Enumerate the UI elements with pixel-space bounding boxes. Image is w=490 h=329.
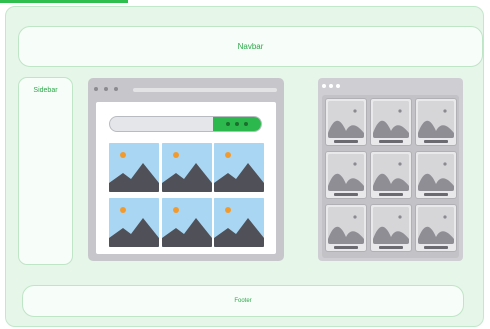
card-caption-line xyxy=(334,246,358,249)
search-bar xyxy=(109,116,262,132)
search-button xyxy=(213,117,261,131)
gallery-card xyxy=(415,204,457,252)
card-caption-line xyxy=(379,140,403,143)
landscape-photo-icon xyxy=(162,198,212,247)
window-controls xyxy=(322,84,340,88)
landscape-thumbnail-icon xyxy=(418,207,454,244)
search-button-dot-icon xyxy=(235,122,239,126)
card-caption-line xyxy=(334,140,358,143)
gallery-card xyxy=(325,204,367,252)
landscape-thumbnail-icon xyxy=(328,154,364,191)
search-button-dot-icon xyxy=(244,122,248,126)
landscape-thumbnail-icon xyxy=(328,207,364,244)
gallery-card xyxy=(370,204,412,252)
gallery-card xyxy=(325,151,367,199)
card-caption-line xyxy=(379,246,403,249)
window-dot-icon xyxy=(322,84,326,88)
landscape-photo-icon xyxy=(109,143,159,192)
card-caption-line xyxy=(379,193,403,196)
navbar-region: Navbar xyxy=(18,26,483,67)
card-caption-line xyxy=(424,140,448,143)
landscape-thumbnail-icon xyxy=(418,101,454,138)
gallery-card xyxy=(415,151,457,199)
card-caption-line xyxy=(424,193,448,196)
window-dot-icon xyxy=(336,84,340,88)
window-dot-icon xyxy=(94,87,98,91)
landscape-photo-icon xyxy=(109,198,159,247)
card-caption-line xyxy=(424,246,448,249)
gallery-card xyxy=(415,98,457,146)
window-dot-icon xyxy=(329,84,333,88)
landscape-thumbnail-icon xyxy=(328,101,364,138)
card-caption-line xyxy=(334,193,358,196)
landscape-thumbnail-icon xyxy=(373,101,409,138)
top-tab-indicator xyxy=(0,0,128,3)
landscape-thumbnail-icon xyxy=(373,207,409,244)
browser-window-gallery xyxy=(318,78,463,261)
navbar-label: Navbar xyxy=(237,42,264,51)
landscape-photo-icon xyxy=(214,143,264,192)
gallery-card xyxy=(325,98,367,146)
landscape-thumbnail-icon xyxy=(418,154,454,191)
window-dot-icon xyxy=(114,87,118,91)
search-button-dot-icon xyxy=(226,122,230,126)
window-controls xyxy=(94,87,118,91)
gallery-card xyxy=(370,151,412,199)
window-dot-icon xyxy=(104,87,108,91)
footer-label: Footer xyxy=(234,298,252,304)
landscape-photo-icon xyxy=(214,198,264,247)
landscape-thumbnail-icon xyxy=(373,154,409,191)
landscape-photo-icon xyxy=(162,143,212,192)
gallery-card xyxy=(370,98,412,146)
card-grid xyxy=(322,95,459,258)
browser-page xyxy=(96,102,276,254)
sidebar-region: Sidebar xyxy=(18,77,73,265)
sidebar-label: Sidebar xyxy=(33,87,58,94)
browser-window-search xyxy=(88,78,284,261)
footer-region: Footer xyxy=(22,285,464,317)
address-bar xyxy=(133,88,277,92)
